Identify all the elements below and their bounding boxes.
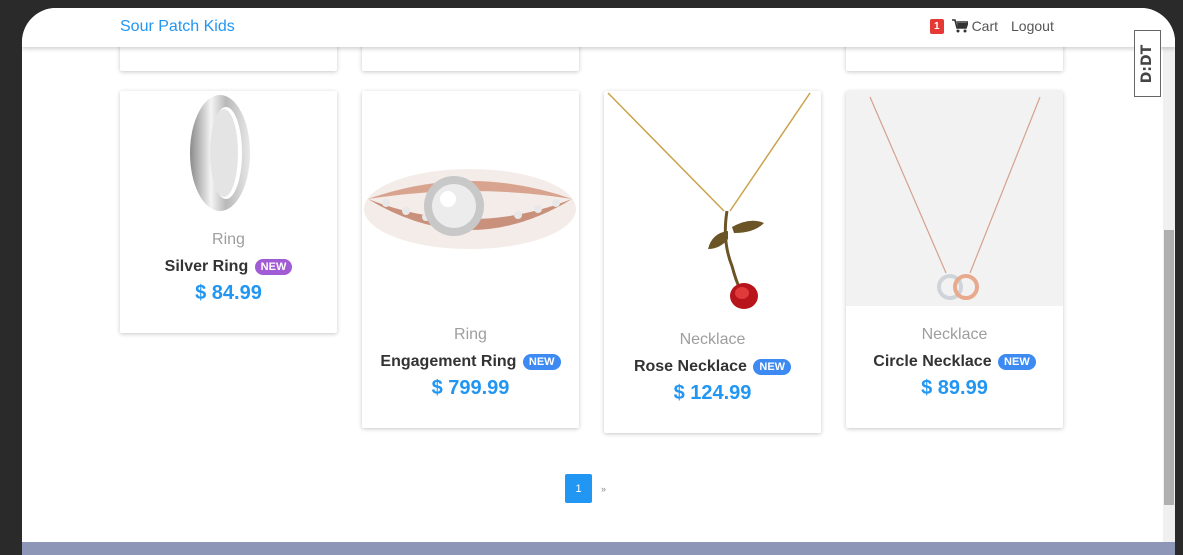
cart-icon[interactable] [951,19,968,33]
top-navbar: Sour Patch Kids 1 Cart Logout [22,8,1175,47]
nav-right: 1 Cart Logout [930,18,1054,34]
product-name-row[interactable]: Circle Necklace NEW [846,353,1063,371]
vertical-scrollbar[interactable] [1163,8,1175,542]
brand-link[interactable]: Sour Patch Kids [120,18,235,36]
product-name-row[interactable]: Rose Necklace NEW [604,358,821,376]
product-card[interactable]: Ring Engagement Ring NEW $ 799.99 [362,91,579,428]
product-image [364,169,576,249]
product-name[interactable]: Engagement Ring [380,353,516,370]
scrollbar-thumb[interactable] [1164,230,1174,505]
new-badge: NEW [254,258,293,275]
product-price: $ 89.99 [921,377,988,399]
new-badge: NEW [998,353,1036,370]
product-name-row[interactable]: Silver Ring NEW [120,258,337,276]
product-name[interactable]: Silver Ring [165,258,249,275]
product-category: Necklace [679,331,746,348]
product-card[interactable]: Ring Silver Ring NEW $ 84.99 [120,91,337,333]
product-name-row[interactable]: Engagement Ring NEW [362,353,579,371]
new-badge: NEW [522,353,561,370]
new-badge: NEW [753,358,792,375]
product-name[interactable]: Circle Necklace [873,353,991,370]
product-card[interactable]: Necklace Rose Necklace NEW $ 124.99 [604,91,821,433]
logout-link[interactable]: Logout [1011,18,1054,34]
product-image [190,95,250,211]
pagination: 1 » [565,474,606,503]
cart-link[interactable]: Cart [972,18,998,34]
page-1-button[interactable]: 1 [565,474,592,503]
product-category: Ring [212,231,245,248]
product-category: Ring [454,326,487,343]
next-page-button[interactable]: » [601,484,606,494]
product-image [607,92,811,309]
product-category: Necklace [921,326,988,343]
page-footer [22,542,1175,555]
browser-window: Sour Patch Kids 1 Cart Logout Ring Silve… [22,8,1175,555]
extension-badge[interactable]: D:DT [1134,30,1161,97]
product-price: $ 84.99 [195,282,262,304]
product-name[interactable]: Rose Necklace [634,358,747,375]
product-card[interactable]: Necklace Circle Necklace NEW $ 89.99 [846,91,1063,428]
extension-badge-label: D:DT [1139,44,1156,83]
cart-count-badge: 1 [930,18,944,34]
product-price: $ 799.99 [431,377,510,399]
product-price: $ 124.99 [673,382,752,404]
product-image [846,91,1063,306]
